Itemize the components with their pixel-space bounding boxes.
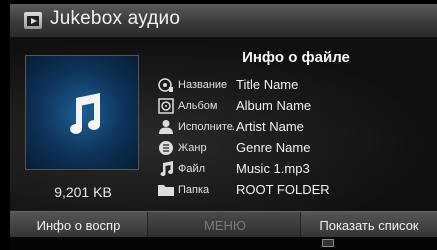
info-row-album: Альбом Album Name	[158, 96, 433, 116]
row-value: Artist Name	[236, 119, 304, 134]
row-value: Genre Name	[236, 140, 311, 155]
file-size: 9,201 KB	[54, 184, 112, 200]
file-info-panel: 9,201 KB Инфо о файле Название Title Nam…	[10, 39, 437, 211]
file-icon	[160, 161, 173, 176]
info-row-genre: Жанр Genre Name	[158, 138, 433, 158]
row-label: Название	[178, 79, 228, 91]
music-note-icon	[70, 93, 100, 134]
row-label: Исполнител	[178, 121, 234, 133]
menu-label: МЕНЮ	[203, 217, 247, 233]
jukebox-screen: Jukebox аудио 9,201 KB Инфо о файле Назв…	[10, 4, 437, 250]
row-value: Title Name	[236, 77, 299, 92]
info-row-folder: Папка ROOT FOLDER	[158, 180, 433, 200]
row-label: Папка	[178, 184, 210, 196]
info-row-artist: Исполнител Artist Name	[158, 117, 433, 137]
row-label: Жанр	[178, 142, 207, 154]
info-row-file: Файл Music 1.mp3	[158, 159, 433, 179]
title-bar: Jukebox аудио	[10, 4, 437, 38]
panel-title: Инфо о файле	[242, 49, 350, 66]
status-bar	[10, 237, 437, 250]
row-label: Альбом	[178, 100, 218, 112]
album-art	[25, 55, 139, 170]
album-icon	[158, 98, 174, 114]
row-label: Файл	[178, 163, 206, 175]
row-value: Album Name	[236, 98, 312, 113]
status-icon	[322, 239, 334, 247]
row-value: ROOT FOLDER	[236, 182, 330, 197]
genre-icon	[159, 141, 173, 155]
artist-icon	[159, 120, 173, 134]
bottom-bar: Инфо о воспр МЕНЮ Показать список	[10, 211, 437, 238]
row-value: Music 1.mp3	[236, 161, 310, 176]
folder-icon	[158, 185, 174, 196]
window-title: Jukebox аудио	[50, 8, 181, 29]
video-file-icon	[24, 12, 42, 29]
playback-info-button[interactable]: Инфо о воспр	[10, 212, 148, 238]
title-icon	[158, 78, 173, 92]
info-row-title: Название Title Name	[158, 75, 433, 95]
show-list-button[interactable]: Показать список	[300, 212, 437, 238]
